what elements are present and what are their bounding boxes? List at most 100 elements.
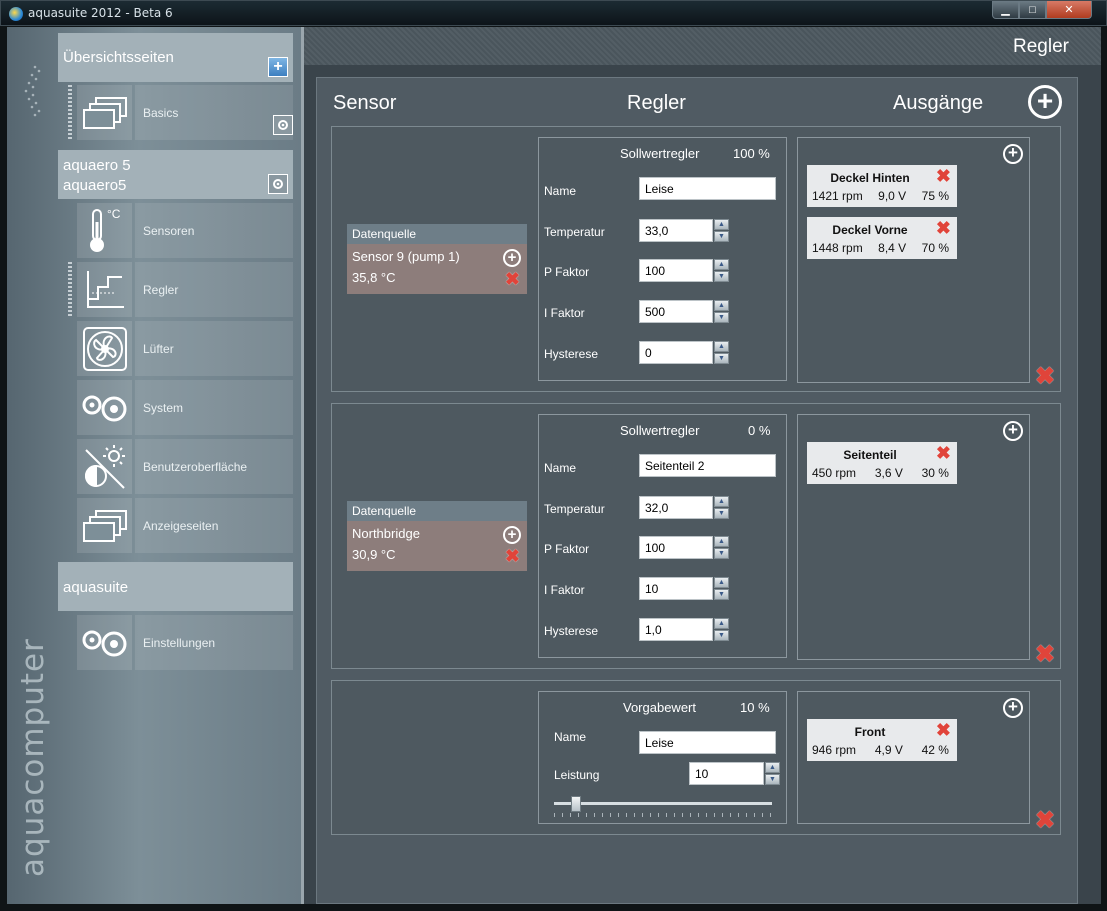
spin-down-icon[interactable]: ▼ (765, 774, 780, 785)
spin-down-icon[interactable]: ▼ (714, 353, 729, 364)
p-faktor-stepper[interactable]: ▲ ▼ (714, 536, 729, 559)
remove-output-button[interactable]: ✖ (936, 167, 951, 185)
spin-up-icon[interactable]: ▲ (714, 341, 729, 352)
datasource-body[interactable]: Northbridge 30,9 °C + ✖ (347, 521, 527, 571)
output-card[interactable]: Seitenteil ✖ 450 rpm 3,6 V 30 % (807, 442, 957, 484)
hysterese-stepper[interactable]: ▲ ▼ (714, 618, 729, 641)
close-button[interactable]: ✕ (1046, 1, 1092, 19)
leistung-input[interactable]: 10 (689, 762, 764, 785)
maximize-button[interactable]: □ (1019, 1, 1046, 19)
p-faktor-input[interactable]: 100 (639, 536, 713, 559)
gear-icon[interactable] (273, 115, 293, 135)
remove-controller-button[interactable]: ✖ (1035, 643, 1055, 667)
spin-down-icon[interactable]: ▼ (714, 548, 729, 559)
spin-up-icon[interactable]: ▲ (714, 219, 729, 230)
spin-up-icon[interactable]: ▲ (765, 762, 780, 773)
page-header: Regler (304, 27, 1101, 65)
hysterese-stepper[interactable]: ▲ ▼ (714, 341, 729, 364)
remove-output-button[interactable]: ✖ (936, 219, 951, 237)
output-card[interactable]: Deckel Hinten ✖ 1421 rpm 9,0 V 75 % (807, 165, 957, 207)
sidebar-item-label: Sensoren (135, 203, 293, 258)
section-header-aquaero[interactable]: aquaero 5 aquaero5 (58, 150, 293, 199)
outputs-panel: + Front ✖ 946 rpm 4,9 V 42 % (797, 691, 1030, 824)
hysterese-input[interactable]: 0 (639, 341, 713, 364)
spin-down-icon[interactable]: ▼ (714, 630, 729, 641)
datasource: Datenquelle Sensor 9 (pump 1) 35,8 °C + … (347, 224, 527, 294)
system-gears-icon (77, 380, 132, 435)
spin-up-icon[interactable]: ▲ (714, 259, 729, 270)
spin-down-icon[interactable]: ▼ (714, 589, 729, 600)
sidebar-item-benutzeroberflaeche[interactable]: Benutzeroberfläche (77, 439, 293, 494)
temperatur-stepper[interactable]: ▲ ▼ (714, 496, 729, 519)
i-faktor-input[interactable]: 10 (639, 577, 713, 600)
section-header-overview[interactable]: Übersichtsseiten + (58, 33, 293, 82)
brand-logo-text: aquacomputer (15, 638, 51, 877)
add-output-button[interactable]: + (1003, 421, 1023, 441)
i-faktor-input[interactable]: 500 (639, 300, 713, 323)
leistung-stepper[interactable]: ▲ ▼ (765, 762, 780, 785)
datasource-value: 30,9 °C (352, 547, 396, 562)
sidebar-item-anzeigeseiten[interactable]: Anzeigeseiten (77, 498, 293, 553)
datasource-body[interactable]: Sensor 9 (pump 1) 35,8 °C + ✖ (347, 244, 527, 294)
spin-down-icon[interactable]: ▼ (714, 271, 729, 282)
remove-controller-button[interactable]: ✖ (1035, 365, 1055, 389)
output-voltage: 4,9 V (874, 743, 903, 757)
spin-up-icon[interactable]: ▲ (714, 300, 729, 311)
add-output-button[interactable]: + (1003, 698, 1023, 718)
spin-up-icon[interactable]: ▲ (714, 536, 729, 547)
add-controller-button[interactable]: + (1028, 85, 1062, 119)
output-percent: 30 % (921, 466, 949, 480)
output-card[interactable]: Deckel Vorne ✖ 1448 rpm 8,4 V 70 % (807, 217, 957, 259)
add-page-button[interactable]: + (268, 57, 288, 77)
back-arrow-icon[interactable] (21, 57, 43, 125)
minimize-button[interactable]: ▁ (992, 1, 1019, 19)
spin-down-icon[interactable]: ▼ (714, 312, 729, 323)
remove-output-button[interactable]: ✖ (936, 444, 951, 462)
sidebar-item-luefter[interactable]: Lüfter (77, 321, 293, 376)
spin-up-icon[interactable]: ▲ (714, 496, 729, 507)
outputs-panel: + Seitenteil ✖ 450 rpm 3,6 V 30 % (797, 414, 1030, 660)
output-card[interactable]: Front ✖ 946 rpm 4,9 V 42 % (807, 719, 957, 761)
spin-down-icon[interactable]: ▼ (714, 508, 729, 519)
temperatur-input[interactable]: 33,0 (639, 219, 713, 242)
sidebar-item-system[interactable]: System (77, 380, 293, 435)
spin-down-icon[interactable]: ▼ (714, 231, 729, 242)
add-datasource-button[interactable]: + (503, 249, 521, 267)
remove-datasource-button[interactable]: ✖ (505, 547, 520, 565)
sidebar-divider[interactable] (301, 27, 304, 904)
spin-up-icon[interactable]: ▲ (714, 577, 729, 588)
name-input[interactable]: Seitenteil 2 (639, 454, 776, 477)
datasource-header: Datenquelle (347, 501, 527, 521)
datasource: Datenquelle Northbridge 30,9 °C + ✖ (347, 501, 527, 571)
temperatur-input[interactable]: 32,0 (639, 496, 713, 519)
sidebar-item-sensoren[interactable]: °C Sensoren (77, 203, 293, 258)
p-faktor-stepper[interactable]: ▲ ▼ (714, 259, 729, 282)
add-datasource-button[interactable]: + (503, 526, 521, 544)
app-client-area: aquacomputer Übersichtsseiten + Basics a… (7, 27, 1101, 904)
sidebar-item-basics[interactable]: Basics (77, 85, 293, 140)
remove-controller-button[interactable]: ✖ (1035, 809, 1055, 833)
remove-output-button[interactable]: ✖ (936, 721, 951, 739)
window-title: aquasuite 2012 - Beta 6 (28, 6, 173, 20)
name-input[interactable]: Leise (639, 731, 776, 754)
sidebar-item-einstellungen[interactable]: Einstellungen (77, 615, 293, 670)
controller-row: Vorgabewert 10 % Name Leise Leistung 10 … (331, 680, 1061, 835)
section-header-aquasuite[interactable]: aquasuite (58, 562, 293, 611)
sidebar-item-regler[interactable]: Regler (77, 262, 293, 317)
datasource-sensor: Sensor 9 (pump 1) (352, 249, 460, 264)
i-faktor-stepper[interactable]: ▲ ▼ (714, 577, 729, 600)
output-rpm: 1448 rpm (812, 241, 863, 255)
name-input[interactable]: Leise (639, 177, 776, 200)
celsius-label: °C (107, 207, 121, 221)
gear-icon[interactable] (268, 174, 288, 194)
hysterese-input[interactable]: 1,0 (639, 618, 713, 641)
datasource-header: Datenquelle (347, 224, 527, 244)
spin-up-icon[interactable]: ▲ (714, 618, 729, 629)
leistung-slider-thumb[interactable] (570, 796, 581, 812)
p-faktor-input[interactable]: 100 (639, 259, 713, 282)
add-output-button[interactable]: + (1003, 144, 1023, 164)
remove-datasource-button[interactable]: ✖ (505, 270, 520, 288)
i-faktor-stepper[interactable]: ▲ ▼ (714, 300, 729, 323)
temperatur-stepper[interactable]: ▲ ▼ (714, 219, 729, 242)
leistung-slider-track[interactable] (554, 802, 772, 805)
